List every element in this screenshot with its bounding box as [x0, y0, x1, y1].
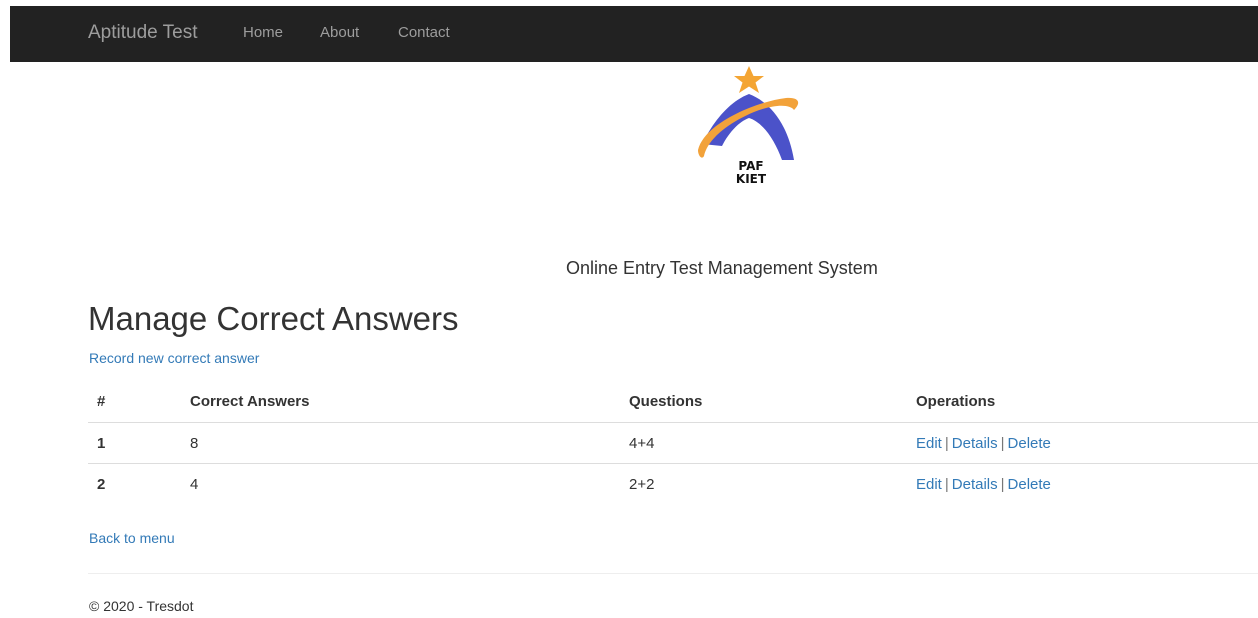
- page: Aptitude Test Home About Contact PAF KIE…: [0, 0, 1258, 618]
- top-navbar: Aptitude Test Home About Contact: [10, 6, 1258, 62]
- logo-text-line1: PAF: [738, 159, 763, 173]
- edit-link[interactable]: Edit: [916, 476, 942, 493]
- nav-item-about[interactable]: About: [320, 24, 359, 42]
- header-questions: Questions: [629, 381, 916, 423]
- details-link[interactable]: Details: [952, 476, 998, 493]
- details-link[interactable]: Details: [952, 435, 998, 452]
- delete-link[interactable]: Delete: [1008, 476, 1051, 493]
- nav-item-contact[interactable]: Contact: [398, 24, 450, 42]
- answers-table: # Correct Answers Questions Operations 1…: [88, 381, 1258, 504]
- paf-kiet-logo: PAF KIET: [694, 64, 804, 188]
- ops-separator: |: [1000, 475, 1005, 493]
- footer-copyright: © 2020 - Tresdot: [89, 598, 194, 614]
- edit-link[interactable]: Edit: [916, 435, 942, 452]
- header-correct-answers: Correct Answers: [190, 381, 629, 423]
- page-title: Manage Correct Answers: [88, 300, 459, 337]
- delete-link[interactable]: Delete: [1008, 435, 1051, 452]
- row-question: 4+4: [629, 422, 916, 464]
- logo-graphic: PAF KIET: [698, 66, 799, 186]
- table-header-row: # Correct Answers Questions Operations: [88, 381, 1258, 423]
- answers-table-container: # Correct Answers Questions Operations 1…: [88, 381, 1258, 504]
- header-operations: Operations: [916, 381, 1258, 423]
- ops-separator: |: [944, 475, 949, 493]
- header-number: #: [88, 381, 190, 423]
- record-new-answer-link[interactable]: Record new correct answer: [89, 350, 259, 367]
- ops-separator: |: [944, 434, 949, 452]
- logo-text-line2: KIET: [736, 172, 767, 186]
- row-answer: 4: [190, 475, 199, 493]
- table-row: 1 8 4+4 Edit | Details | Delete: [88, 422, 1258, 464]
- row-answer: 8: [190, 422, 629, 464]
- logo-star-icon: [734, 66, 764, 93]
- nav-item-home[interactable]: Home: [243, 24, 283, 42]
- footer-divider: [88, 573, 1258, 574]
- ops-separator: |: [1000, 434, 1005, 452]
- row-number: 2: [97, 475, 106, 493]
- navbar-brand[interactable]: Aptitude Test: [88, 22, 198, 44]
- row-number: 1: [88, 422, 190, 464]
- row-operations: Edit | Details | Delete: [916, 464, 1258, 505]
- back-to-menu-link[interactable]: Back to menu: [89, 530, 175, 547]
- table-row: 2 4 2+2 Edit | Details | Delete: [88, 464, 1258, 505]
- system-subtitle: Online Entry Test Management System: [566, 258, 878, 278]
- row-question: 2+2: [629, 475, 655, 493]
- row-operations: Edit | Details | Delete: [916, 422, 1258, 464]
